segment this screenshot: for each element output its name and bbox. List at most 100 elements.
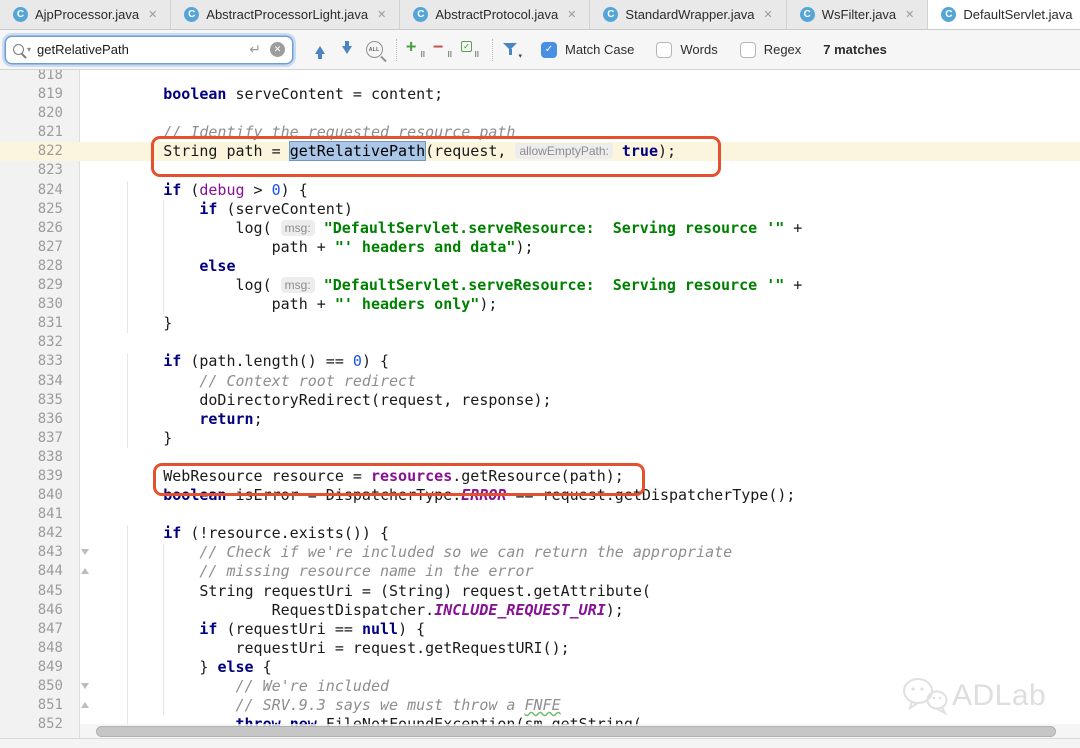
line-number[interactable]: 849 [0, 658, 80, 677]
code-line[interactable]: 827 path + "' headers and data"); [0, 238, 1080, 257]
line-number[interactable]: 840 [0, 486, 80, 505]
line-number[interactable]: 847 [0, 620, 80, 639]
tab-close-icon[interactable]: ✕ [377, 8, 386, 21]
line-number[interactable]: 827 [0, 238, 80, 257]
line-number[interactable]: 831 [0, 314, 80, 333]
line-number[interactable]: 839 [0, 467, 80, 486]
code-line[interactable]: 831 } [0, 314, 1080, 333]
find-next-button[interactable] [335, 38, 359, 62]
line-number[interactable]: 845 [0, 582, 80, 601]
search-icon[interactable] [13, 44, 24, 55]
code-line[interactable]: 832 [0, 333, 1080, 352]
line-number[interactable]: 832 [0, 333, 80, 352]
fold-marker-icon[interactable] [81, 702, 89, 708]
find-all-button[interactable]: ALL [362, 38, 386, 62]
filter-results-button[interactable]: ▾ [500, 38, 524, 62]
code-line[interactable]: 849 } else { [0, 658, 1080, 677]
line-number[interactable]: 818 [0, 70, 80, 85]
code-line[interactable]: 822 String path = getRelativePath(reques… [0, 142, 1080, 161]
tab-close-icon[interactable]: ✕ [567, 8, 576, 21]
select-all-occurrences-button[interactable]: ✓II [458, 38, 482, 62]
code-line[interactable]: 836 return; [0, 410, 1080, 429]
line-number[interactable]: 820 [0, 104, 80, 123]
tab-close-icon[interactable]: ✕ [905, 8, 914, 21]
code-line[interactable]: 840 boolean isError = DispatcherType.ERR… [0, 486, 1080, 505]
clear-search-button[interactable]: ✕ [270, 42, 285, 57]
line-number[interactable]: 850 [0, 677, 80, 696]
line-number[interactable]: 843 [0, 543, 80, 562]
line-number[interactable]: 830 [0, 295, 80, 314]
code-line[interactable]: 838 [0, 448, 1080, 467]
line-number[interactable]: 829 [0, 276, 80, 295]
code-line[interactable]: 851 // SRV.9.3 says we must throw a FNFE [0, 696, 1080, 715]
checkbox-icon[interactable] [656, 42, 672, 58]
editor-tab[interactable]: CAbstractProtocol.java✕ [400, 0, 590, 29]
code-line[interactable]: 819 boolean serveContent = content; [0, 85, 1080, 104]
find-toggle-match-case[interactable]: ✓Match Case [541, 42, 634, 58]
search-input[interactable] [37, 42, 249, 57]
line-number[interactable]: 819 [0, 85, 80, 104]
code-line[interactable]: 846 RequestDispatcher.INCLUDE_REQUEST_UR… [0, 601, 1080, 620]
tab-close-icon[interactable]: ✕ [764, 8, 773, 21]
tab-close-icon[interactable]: ✕ [148, 8, 157, 21]
editor-tab[interactable]: CDefaultServlet.java✕ [928, 0, 1080, 29]
line-number[interactable]: 823 [0, 161, 80, 180]
code-line[interactable]: 825 if (serveContent) [0, 200, 1080, 219]
line-number[interactable]: 833 [0, 352, 80, 371]
code-line[interactable]: 845 String requestUri = (String) request… [0, 582, 1080, 601]
code-line[interactable]: 828 else [0, 257, 1080, 276]
line-number[interactable]: 834 [0, 372, 80, 391]
editor-tab[interactable]: CAbstractProcessorLight.java✕ [171, 0, 400, 29]
line-number[interactable]: 841 [0, 505, 80, 524]
fold-marker-icon[interactable] [81, 568, 89, 574]
checkbox-icon[interactable]: ✓ [541, 42, 557, 58]
line-number[interactable]: 837 [0, 429, 80, 448]
code-line[interactable]: 820 [0, 104, 1080, 123]
search-history-chevron-icon[interactable]: ▾ [27, 45, 31, 54]
code-line[interactable]: 826 log( msg: "DefaultServlet.serveResou… [0, 219, 1080, 238]
code-line[interactable]: 848 requestUri = request.getRequestURI()… [0, 639, 1080, 658]
code-line[interactable]: 821 // Identify the requested resource p… [0, 123, 1080, 142]
code-line[interactable]: 833 if (path.length() == 0) { [0, 352, 1080, 371]
editor-tab[interactable]: CWsFilter.java✕ [787, 0, 929, 29]
code-line[interactable]: 823 [0, 161, 1080, 180]
line-number[interactable]: 828 [0, 257, 80, 276]
line-number[interactable]: 846 [0, 601, 80, 620]
code-line[interactable]: 841 [0, 505, 1080, 524]
editor-tab[interactable]: CStandardWrapper.java✕ [590, 0, 786, 29]
search-field[interactable]: ▾ ↵ ✕ [6, 37, 292, 63]
line-number[interactable]: 842 [0, 524, 80, 543]
code-line[interactable]: 835 doDirectoryRedirect(request, respons… [0, 391, 1080, 410]
line-number[interactable]: 826 [0, 219, 80, 238]
code-editor[interactable]: 818819 boolean serveContent = content;82… [0, 70, 1080, 748]
line-number[interactable]: 848 [0, 639, 80, 658]
checkbox-icon[interactable] [740, 42, 756, 58]
code-line[interactable]: 837 } [0, 429, 1080, 448]
line-number[interactable]: 825 [0, 200, 80, 219]
code-line[interactable]: 839 WebResource resource = resources.get… [0, 467, 1080, 486]
find-toggle-regex[interactable]: Regex [740, 42, 802, 58]
find-toggle-words[interactable]: Words [656, 42, 717, 58]
horizontal-scrollbar-thumb[interactable] [96, 726, 1056, 737]
code-line[interactable]: 850 // We're included [0, 677, 1080, 696]
line-number[interactable]: 838 [0, 448, 80, 467]
code-line[interactable]: 829 log( msg: "DefaultServlet.serveResou… [0, 276, 1080, 295]
code-line[interactable]: 847 if (requestUri == null) { [0, 620, 1080, 639]
line-number[interactable]: 822 [0, 142, 80, 161]
code-line[interactable]: 843 // Check if we're included so we can… [0, 543, 1080, 562]
line-number[interactable]: 821 [0, 123, 80, 142]
fold-marker-icon[interactable] [81, 683, 89, 689]
line-number[interactable]: 844 [0, 562, 80, 581]
code-line[interactable]: 824 if (debug > 0) { [0, 181, 1080, 200]
find-previous-button[interactable] [308, 38, 332, 62]
line-number[interactable]: 851 [0, 696, 80, 715]
line-number[interactable]: 824 [0, 181, 80, 200]
code-line[interactable]: 834 // Context root redirect [0, 372, 1080, 391]
fold-marker-icon[interactable] [81, 549, 89, 555]
line-number[interactable]: 836 [0, 410, 80, 429]
remove-occurrence-button[interactable]: −II [431, 38, 455, 62]
code-line[interactable]: 844 // missing resource name in the erro… [0, 562, 1080, 581]
code-line[interactable]: 818 [0, 70, 1080, 85]
code-line[interactable]: 830 path + "' headers only"); [0, 295, 1080, 314]
line-number[interactable]: 835 [0, 391, 80, 410]
